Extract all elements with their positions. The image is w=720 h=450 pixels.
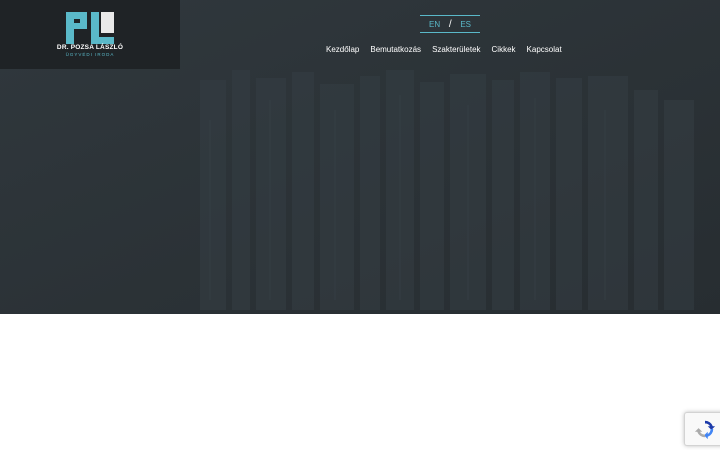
nav-item-szakteruletek[interactable]: Szakterületek (432, 45, 480, 54)
lang-es-link[interactable]: ES (460, 20, 471, 29)
brand-subtitle: ÜGYVÉDI IRODA (65, 52, 115, 57)
lang-en-link[interactable]: EN (429, 20, 440, 29)
recaptcha-icon (694, 420, 716, 440)
nav-item-kapcsolat[interactable]: Kapcsolat (527, 45, 562, 54)
nav-item-kezdolap[interactable]: Kezdőlap (326, 45, 359, 54)
lang-separator: / (448, 18, 452, 30)
recaptcha-badge[interactable] (684, 412, 720, 446)
pl-monogram-icon (66, 12, 114, 44)
main-nav: Kezdőlap Bemutatkozás Szakterületek Cikk… (326, 45, 562, 54)
logo-box[interactable]: DR. POZSA LÁSZLÓ ÜGYVÉDI IRODA (0, 0, 180, 69)
hero-banner: DR. POZSA LÁSZLÓ ÜGYVÉDI IRODA EN / ES K… (0, 0, 720, 314)
brand-name: DR. POZSA LÁSZLÓ (56, 44, 124, 51)
nav-item-bemutatkozas[interactable]: Bemutatkozás (370, 45, 421, 54)
language-switcher: EN / ES (420, 15, 480, 33)
nav-item-cikkek[interactable]: Cikkek (492, 45, 516, 54)
